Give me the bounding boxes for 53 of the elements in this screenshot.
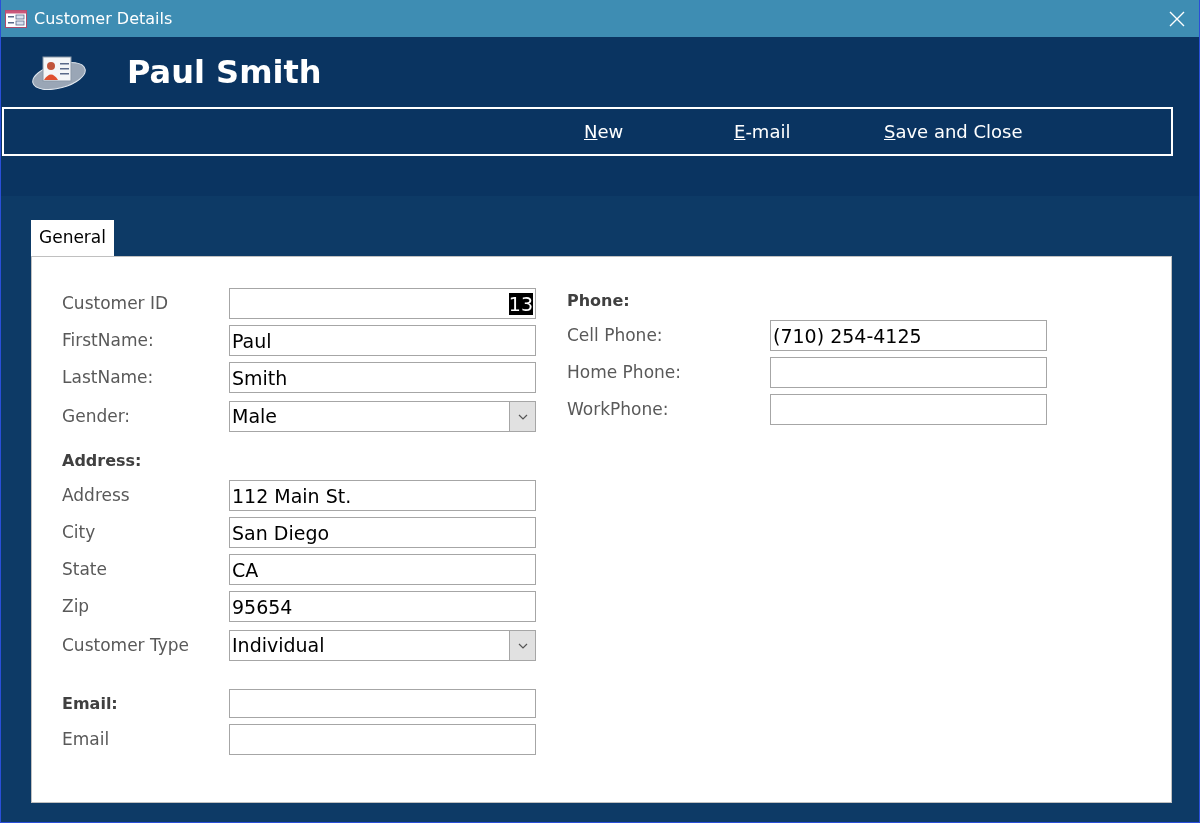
input-field[interactable]	[229, 724, 536, 755]
field-value: Individual	[232, 634, 325, 657]
toolbar-button[interactable]: Save and Close	[884, 118, 1034, 145]
input-field[interactable]: 95654	[229, 591, 536, 622]
window-title: Customer Details	[34, 7, 174, 30]
field-value: CA	[232, 558, 259, 581]
field-value: 112 Main St.	[232, 484, 352, 507]
field-label: LastName:	[62, 366, 154, 387]
field-value: San Diego	[232, 521, 330, 544]
input-field[interactable]: San Diego	[229, 517, 536, 548]
section-heading: Phone:	[567, 290, 630, 312]
toolbar-button[interactable]: E-mail	[734, 118, 884, 145]
input-field[interactable]	[770, 394, 1047, 425]
input-field[interactable]: Smith	[229, 362, 536, 393]
input-field[interactable]	[229, 689, 536, 718]
dropdown-field[interactable]: Individual	[229, 630, 536, 661]
section-heading: Address:	[62, 450, 142, 472]
field-label: City	[62, 521, 96, 542]
field-label: FirstName:	[62, 329, 154, 350]
field-value: 13	[508, 292, 533, 315]
field-label: WorkPhone:	[567, 398, 669, 419]
field-value: 95654	[232, 595, 293, 618]
field-label: Gender:	[62, 405, 131, 426]
field-label: Address	[62, 484, 130, 505]
field-label: Home Phone:	[567, 361, 681, 382]
chevron-down-icon	[517, 642, 528, 649]
tab[interactable]: General	[31, 220, 114, 256]
input-field[interactable]: 112 Main St.	[229, 480, 536, 511]
field-value: (710) 254-4125	[773, 324, 922, 347]
field-label: Email	[62, 728, 110, 749]
chevron-down-icon	[517, 413, 528, 420]
field-label: State	[62, 558, 107, 579]
contact-card-icon	[31, 54, 87, 90]
dropdown-button[interactable]	[509, 631, 535, 660]
section-heading: Email:	[62, 693, 118, 713]
dropdown-field[interactable]: Male	[229, 401, 536, 432]
toolbar-button[interactable]: New	[584, 118, 734, 145]
field-label: Zip	[62, 595, 90, 616]
dropdown-button[interactable]	[509, 402, 535, 431]
input-field[interactable]: Paul	[229, 325, 536, 356]
field-label: Customer ID	[62, 292, 169, 313]
form-icon	[5, 9, 27, 28]
input-field[interactable]	[770, 357, 1047, 388]
field-value: Male	[232, 405, 277, 428]
close-icon	[1169, 10, 1185, 27]
field-value: Paul	[232, 329, 272, 352]
field-value: Smith	[232, 366, 288, 389]
input-field[interactable]: CA	[229, 554, 536, 585]
field-label: Cell Phone:	[567, 324, 663, 345]
field-label: Customer Type	[62, 634, 190, 655]
input-field[interactable]: (710) 254-4125	[770, 320, 1047, 351]
input-field[interactable]: 13	[229, 288, 536, 319]
record-title: Paul Smith	[127, 52, 322, 93]
